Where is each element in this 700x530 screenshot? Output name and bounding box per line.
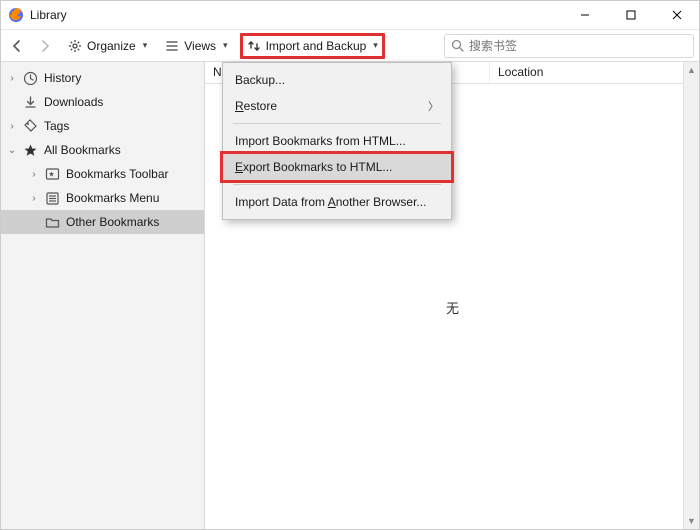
bookmarks-menu-icon	[44, 190, 60, 206]
titlebar: Library	[0, 0, 700, 30]
sidebar-item-label: Tags	[44, 119, 69, 133]
search-icon	[450, 39, 464, 53]
chevron-down-icon: ▾	[223, 40, 228, 51]
organize-label: Organize	[87, 39, 136, 53]
maximize-button[interactable]	[608, 0, 654, 29]
views-label: Views	[184, 39, 216, 53]
import-backup-button[interactable]: Import and Backup ▾	[240, 33, 385, 59]
search-input[interactable]	[444, 34, 694, 58]
gear-icon	[68, 39, 82, 53]
organize-button[interactable]: Organize ▾	[62, 34, 153, 58]
sidebar-item-bookmarks-menu[interactable]: › Bookmarks Menu	[0, 186, 204, 210]
import-export-icon	[247, 39, 261, 53]
sidebar-item-bookmarks-toolbar[interactable]: › Bookmarks Toolbar	[0, 162, 204, 186]
chevron-right-icon: ›	[28, 193, 40, 204]
menu-import-html[interactable]: Import Bookmarks from HTML...	[223, 128, 451, 154]
chevron-down-icon: ▾	[143, 40, 148, 51]
sidebar-item-history[interactable]: › History	[0, 66, 204, 90]
list-icon	[165, 39, 179, 53]
scroll-up-icon[interactable]: ▲	[684, 62, 699, 78]
sidebar-item-label: Bookmarks Toolbar	[66, 167, 169, 181]
menu-import-browser[interactable]: Import Data from Another Browser...	[223, 189, 451, 215]
close-button[interactable]	[654, 0, 700, 29]
menu-item-label: Import Data from Another Browser...	[235, 195, 426, 209]
menu-item-label: Restore	[235, 99, 277, 113]
views-button[interactable]: Views ▾	[159, 34, 233, 58]
tag-icon	[22, 118, 38, 134]
search-wrap	[444, 34, 694, 58]
scroll-down-icon[interactable]: ▼	[684, 513, 699, 529]
star-icon	[22, 142, 38, 158]
sidebar-item-downloads[interactable]: Downloads	[0, 90, 204, 114]
toolbar: Organize ▾ Views ▾ Import and Backup ▾	[0, 30, 700, 62]
sidebar: › History Downloads › Tags ⌄ All Bo	[0, 62, 205, 530]
chevron-right-icon: ›	[28, 169, 40, 180]
menu-restore[interactable]: Restore 〉	[223, 93, 451, 119]
menu-separator	[233, 123, 441, 124]
bookmarks-toolbar-icon	[44, 166, 60, 182]
chevron-right-icon: ›	[6, 73, 18, 84]
sidebar-item-label: Other Bookmarks	[66, 215, 159, 229]
sidebar-item-all-bookmarks[interactable]: ⌄ All Bookmarks	[0, 138, 204, 162]
window-controls	[562, 0, 700, 29]
menu-export-html[interactable]: Export Bookmarks to HTML...	[223, 154, 451, 180]
back-button[interactable]	[6, 35, 28, 57]
chevron-down-icon: ▾	[373, 40, 378, 51]
menu-backup[interactable]: Backup...	[223, 67, 451, 93]
folder-icon	[44, 214, 60, 230]
sidebar-item-label: Bookmarks Menu	[66, 191, 159, 205]
menu-item-label: Export Bookmarks to HTML...	[235, 160, 392, 174]
import-backup-label: Import and Backup	[266, 39, 367, 53]
chevron-right-icon: 〉	[428, 98, 439, 114]
menu-separator	[233, 184, 441, 185]
sidebar-item-label: History	[44, 71, 81, 85]
column-location[interactable]: Location	[490, 62, 700, 83]
minimize-button[interactable]	[562, 0, 608, 29]
import-backup-menu: Backup... Restore 〉 Import Bookmarks fro…	[222, 62, 452, 220]
download-icon	[22, 94, 38, 110]
chevron-right-icon: ›	[6, 121, 18, 132]
sidebar-item-tags[interactable]: › Tags	[0, 114, 204, 138]
menu-item-label: Import Bookmarks from HTML...	[235, 134, 406, 148]
forward-button[interactable]	[34, 35, 56, 57]
scrollbar-vertical[interactable]: ▲ ▼	[683, 62, 699, 529]
sidebar-item-other-bookmarks[interactable]: Other Bookmarks	[0, 210, 204, 234]
window-title: Library	[30, 8, 67, 22]
firefox-icon	[8, 7, 24, 23]
sidebar-item-label: All Bookmarks	[44, 143, 121, 157]
sidebar-item-label: Downloads	[44, 95, 103, 109]
menu-item-label: Backup...	[235, 73, 285, 87]
chevron-down-icon: ⌄	[6, 145, 18, 156]
clock-icon	[22, 70, 38, 86]
